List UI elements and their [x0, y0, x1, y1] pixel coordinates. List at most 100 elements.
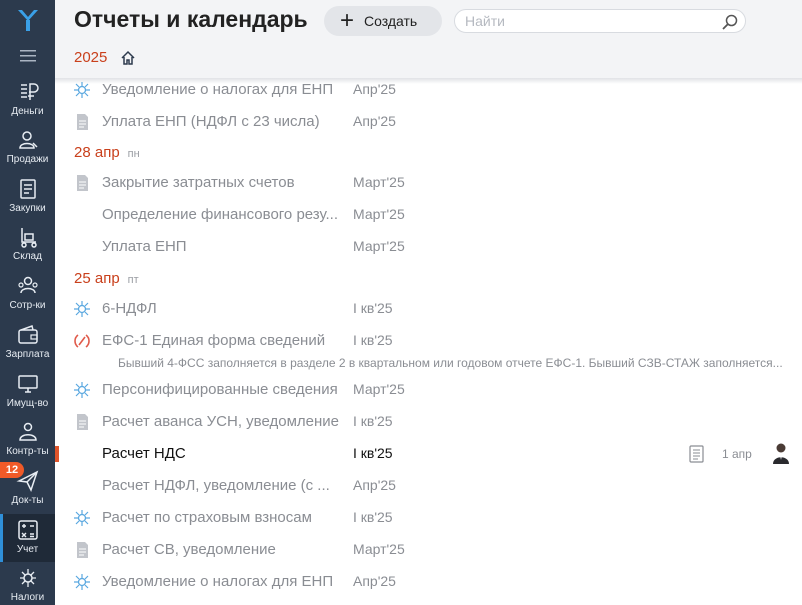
purchases-icon — [19, 179, 36, 199]
money-icon — [20, 83, 39, 100]
report-period: I кв'25 — [353, 445, 393, 461]
report-name: Закрытие затратных счетов — [102, 174, 295, 191]
avatar[interactable] — [772, 442, 790, 464]
list-item[interactable]: 6-НДФЛ I кв'25 — [55, 293, 802, 325]
report-name: Определение финансового резу... — [102, 206, 339, 223]
report-name: Уведомление о налогах для ЕНП — [102, 573, 334, 590]
report-period: Апр'25 — [353, 81, 396, 97]
home-icon[interactable] — [120, 50, 136, 66]
sidebar-item-money[interactable]: Деньги — [0, 76, 55, 124]
warehouse-icon — [20, 228, 37, 248]
menu-button[interactable] — [0, 42, 55, 70]
report-period: Апр'25 — [353, 573, 396, 589]
report-name: Расчет НДС — [102, 445, 186, 462]
date-weekday: пн — [127, 148, 140, 160]
sidebar-item-warehouse[interactable]: Склад — [0, 221, 55, 269]
create-button[interactable]: + Создать — [324, 6, 442, 36]
date-day: 25 апр — [74, 270, 120, 287]
create-button-label: Создать — [364, 13, 418, 29]
fns-icon — [74, 574, 90, 590]
list-item[interactable]: Расчет СВ, уведомление Март'25 — [55, 534, 802, 566]
search-icon[interactable] — [721, 13, 739, 31]
fns-icon — [74, 510, 90, 526]
monitor-icon — [17, 375, 38, 393]
list-item[interactable]: Уплата ЕНП Март'25 — [55, 231, 802, 263]
report-name: Расчет по страховым взносам — [102, 509, 312, 526]
report-period: Апр'25 — [353, 113, 396, 129]
report-name: ЕФС-1 Единая форма сведений — [102, 332, 326, 349]
plus-icon: + — [340, 7, 355, 34]
report-name: 6-НДФЛ — [102, 300, 157, 317]
fns-icon — [74, 82, 90, 98]
sidebar-item-label: Контр-ты — [6, 446, 49, 457]
search-box — [454, 9, 746, 33]
report-name: Расчет аванса УСН, уведомление — [102, 413, 340, 430]
date-day: 28 апр — [74, 144, 120, 161]
sidebar-item-label: Зарплата — [5, 349, 50, 360]
sidebar-item-sales[interactable]: Продажи — [0, 124, 55, 172]
sidebar-item-accounting[interactable]: Учет — [0, 514, 55, 562]
report-period: I кв'25 — [353, 413, 393, 429]
report-name: Уплата ЕНП (НДФЛ с 23 числа) — [102, 113, 320, 130]
report-period: Март'25 — [353, 206, 405, 222]
contractors-icon — [18, 422, 37, 441]
report-name: Уплата ЕНП — [102, 238, 187, 255]
list-item[interactable]: Персонифицированные сведения Март'25 — [55, 374, 802, 406]
document-icon — [77, 175, 88, 191]
list-item[interactable]: Определение финансового резу... Март'25 — [55, 199, 802, 231]
list-item[interactable]: Расчет аванса УСН, уведомление I кв'25 — [55, 406, 802, 438]
list-item[interactable]: ЕФС-1 Единая форма сведений I кв'25 — [55, 325, 802, 357]
date-weekday: пт — [127, 274, 139, 286]
report-period: Март'25 — [353, 174, 405, 190]
sidebar-item-label: Закупки — [9, 203, 46, 214]
sfr-icon — [74, 334, 90, 348]
list-item[interactable]: Уведомление о налогах для ЕНП Апр'25 — [55, 74, 802, 106]
due-date: 1 апр — [722, 447, 752, 461]
sidebar-item-purchases[interactable]: Закупки — [0, 173, 55, 221]
report-period: Март'25 — [353, 541, 405, 557]
list-item[interactable]: Уплата ЕНП (НДФЛ с 23 числа) Апр'25 — [55, 106, 802, 138]
sales-icon — [18, 131, 38, 149]
list-item-active[interactable]: Расчет НДС I кв'25 1 апр — [55, 438, 802, 470]
notification-badge: 12 — [0, 462, 24, 478]
report-name: Уведомление о налогах для ЕНП — [102, 81, 334, 98]
report-period: Март'25 — [353, 381, 405, 397]
list-item[interactable]: Уведомление о налогах для ЕНП Апр'25 — [55, 566, 802, 598]
search-input[interactable] — [465, 13, 715, 29]
fns-icon — [74, 301, 90, 317]
app-logo[interactable] — [0, 0, 55, 40]
document-icon — [77, 542, 88, 558]
report-name: Расчет СВ, уведомление — [102, 541, 276, 558]
page-title: Отчеты и календарь — [74, 6, 308, 32]
sidebar-item-taxes[interactable]: Налоги — [0, 562, 55, 605]
logo-icon — [17, 10, 38, 31]
report-document-icon[interactable] — [689, 445, 705, 463]
sidebar-item-label: Сотр-ки — [9, 300, 46, 311]
taxes-icon — [19, 569, 36, 587]
sidebar-item-employees[interactable]: Сотр-ки — [0, 270, 55, 318]
report-period: I кв'25 — [353, 509, 393, 525]
year-selector[interactable]: 2025 — [74, 49, 107, 66]
sidebar-item-property[interactable]: Имущ-во — [0, 368, 55, 416]
list-item[interactable]: Закрытие затратных счетов Март'25 — [55, 167, 802, 199]
document-icon — [77, 414, 88, 430]
calculator-icon — [17, 520, 38, 540]
sidebar-item-contractors[interactable]: Контр-ты — [0, 416, 55, 464]
document-icon — [77, 114, 88, 130]
hamburger-icon — [19, 50, 36, 62]
report-name: Расчет НДФЛ, уведомление (с ... — [102, 477, 330, 494]
date-group-header: 28 апр пн — [74, 144, 140, 166]
report-period: Март'25 — [353, 238, 405, 254]
list-item[interactable]: Расчет НДФЛ, уведомление (с ... Апр'25 — [55, 470, 802, 502]
employees-icon — [17, 276, 38, 294]
sidebar-item-label: Док-ты — [11, 495, 44, 506]
report-period: I кв'25 — [353, 332, 393, 348]
sidebar: Деньги Продажи Закупки Склад Сотр-ки Зар… — [0, 0, 55, 605]
sidebar-item-salary[interactable]: Зарплата — [0, 319, 55, 367]
sidebar-item-label: Налоги — [10, 592, 45, 603]
sidebar-item-label: Склад — [13, 251, 42, 262]
date-group-header: 25 апр пт — [74, 270, 139, 292]
list-item[interactable]: Расчет по страховым взносам I кв'25 — [55, 502, 802, 534]
sidebar-item-label: Деньги — [11, 106, 44, 117]
header: Отчеты и календарь + Создать 2025 — [55, 0, 802, 78]
